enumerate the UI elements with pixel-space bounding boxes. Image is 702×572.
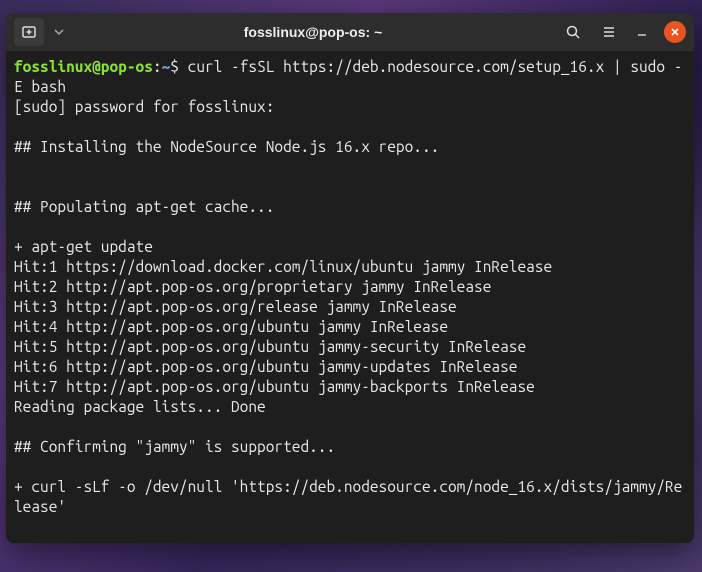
prompt-symbol: $ xyxy=(170,58,179,75)
minimize-icon xyxy=(635,25,649,39)
new-tab-button[interactable] xyxy=(14,18,44,46)
close-button[interactable] xyxy=(664,21,686,43)
menu-button[interactable] xyxy=(594,18,624,46)
prompt-path: ~ xyxy=(162,58,171,75)
close-icon xyxy=(669,26,681,38)
prompt-separator: : xyxy=(153,58,162,75)
terminal-output[interactable]: fosslinux@pop-os:~$ curl -fsSL https://d… xyxy=(6,51,694,543)
minimize-button[interactable] xyxy=(630,20,654,44)
command-text xyxy=(179,58,188,75)
prompt-user-host: fosslinux@pop-os xyxy=(14,58,153,75)
search-button[interactable] xyxy=(558,18,588,46)
titlebar-right-controls xyxy=(558,18,686,46)
window-title: fosslinux@pop-os: ~ xyxy=(74,24,552,40)
new-tab-icon xyxy=(21,24,37,40)
search-icon xyxy=(565,24,581,40)
new-tab-dropdown[interactable] xyxy=(50,18,68,46)
terminal-window: fosslinux@pop-os: ~ xyxy=(6,13,694,543)
output-lines: [sudo] password for fosslinux: ## Instal… xyxy=(14,98,682,515)
hamburger-icon xyxy=(601,24,617,40)
chevron-down-icon xyxy=(54,27,64,37)
titlebar: fosslinux@pop-os: ~ xyxy=(6,13,694,51)
